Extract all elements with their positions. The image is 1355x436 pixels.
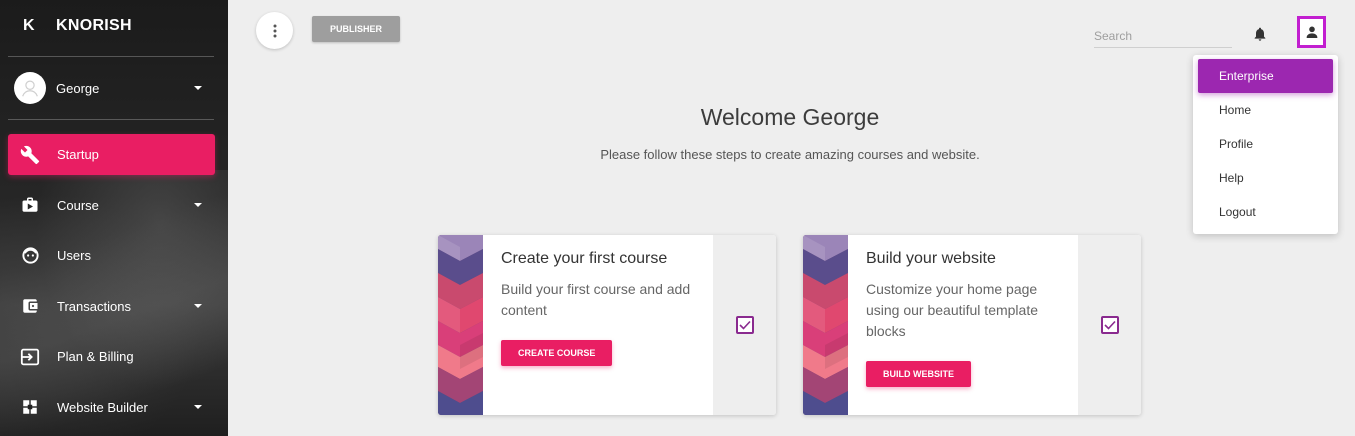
website-builder-icon [20,397,40,417]
profile-dropdown-menu: Enterprise Home Profile Help Logout [1193,55,1338,234]
card-body: Create your first course Build your firs… [501,250,706,366]
create-course-button[interactable]: CREATE COURSE [501,340,613,366]
avatar [14,72,46,104]
wrench-icon [20,145,40,165]
menu-item-logout[interactable]: Logout [1198,195,1333,229]
page-subtitle: Please follow these steps to create amaz… [600,147,980,162]
more-vertical-icon [273,24,276,37]
card-description: Customize your home page using our beaut… [866,281,1038,339]
build-website-button[interactable]: BUILD WEBSITE [866,361,971,387]
card-body: Build your website Customize your home p… [866,250,1071,387]
chevron-down-icon [194,405,202,409]
sidebar-item-startup[interactable]: Startup [8,134,215,175]
card-decoration [438,235,483,415]
publisher-button[interactable]: PUBLISHER [312,16,400,42]
sidebar-item-plan-billing[interactable]: Plan & Billing [8,336,215,377]
completed-checkbox[interactable] [735,316,754,334]
check-icon [738,320,751,330]
notifications-button[interactable] [1252,26,1268,42]
chevron-down-icon [194,304,202,308]
users-icon [20,246,40,266]
sidebar-divider [8,119,214,120]
brand-name: KNORISH [56,17,132,34]
build-website-card: Build your website Customize your home p… [803,235,1141,415]
sidebar: K KNORISH George Startup Course Users Tr… [0,0,228,436]
person-icon [1306,26,1317,38]
page-title: Welcome George [700,104,880,130]
course-icon [20,195,40,215]
sidebar-item-website-builder[interactable]: Website Builder [8,387,215,428]
user-name: George [56,80,100,96]
bell-icon [1254,27,1266,41]
user-placeholder-icon [22,80,38,97]
completed-checkbox[interactable] [1100,316,1119,334]
card-title: Create your first course [501,250,668,267]
sidebar-nav: Startup Course Users Transactions Plan &… [0,134,228,428]
search-input[interactable] [1094,24,1232,48]
sidebar-item-transactions[interactable]: Transactions [8,286,215,327]
menu-item-help[interactable]: Help [1198,161,1333,195]
menu-item-enterprise[interactable]: Enterprise [1198,59,1333,93]
card-decoration [803,235,848,415]
billing-icon [20,347,40,367]
brand[interactable]: K KNORISH [0,0,228,52]
chevron-down-icon [194,203,202,207]
sidebar-item-label: Transactions [57,298,131,314]
card-title: Build your website [866,250,996,267]
sidebar-item-label: Startup [57,147,99,162]
menu-item-profile[interactable]: Profile [1198,127,1333,161]
sidebar-item-users[interactable]: Users [8,235,215,276]
sidebar-item-course[interactable]: Course [8,185,215,226]
menu-item-home[interactable]: Home [1198,93,1333,127]
wallet-icon [20,296,40,316]
sidebar-item-label: Users [57,248,91,263]
create-course-card: Create your first course Build your firs… [438,235,776,415]
chevron-down-icon [194,86,202,90]
more-options-button[interactable] [256,12,293,49]
card-status-panel [1078,235,1141,415]
sidebar-item-label: Course [57,197,99,213]
sidebar-item-label: Website Builder [57,399,148,415]
sidebar-item-label: Plan & Billing [57,349,134,364]
user-menu[interactable]: George [0,57,228,119]
brand-logo-letter: K [23,17,35,34]
profile-menu-button[interactable] [1297,16,1326,48]
card-description: Build your first course and add content [501,281,691,318]
card-status-panel [713,235,776,415]
check-icon [1103,320,1116,330]
